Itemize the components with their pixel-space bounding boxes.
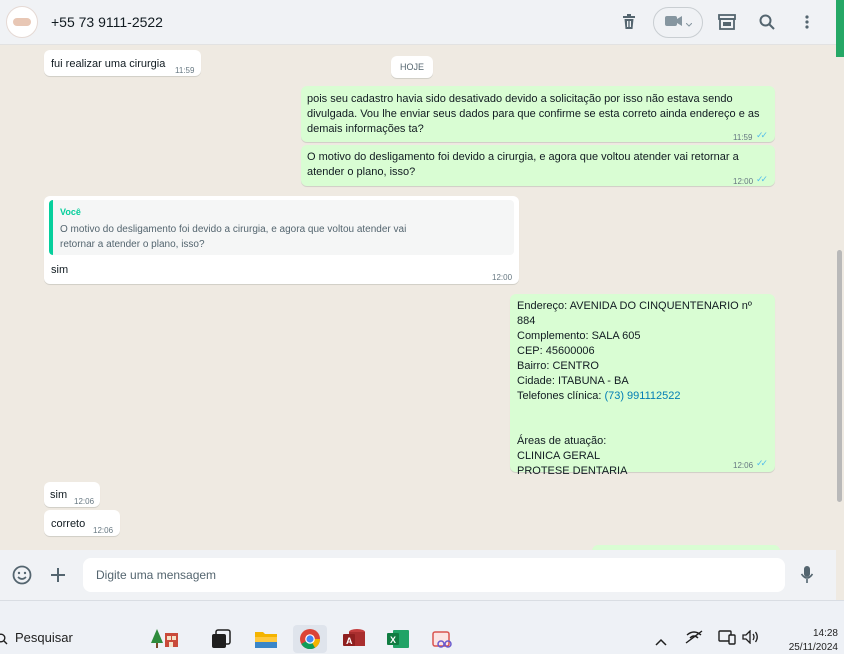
message-text: fui realizar uma cirurgia (51, 58, 166, 70)
message-incoming[interactable]: correto 12:06 (44, 510, 120, 536)
taskbar-search[interactable]: Pesquisar (15, 630, 73, 645)
video-call-icon (664, 14, 683, 32)
message-outgoing[interactable]: O motivo do desligamento foi devido a ci… (301, 145, 775, 186)
phone-label: Telefones clínica: (517, 390, 605, 402)
message-text: sim (50, 489, 68, 501)
window-edge-accent (836, 0, 844, 57)
access-icon[interactable]: A (339, 625, 369, 653)
video-call-button[interactable] (653, 7, 703, 38)
read-ticks-icon: ✓✓ (756, 458, 768, 468)
quote-author: Você (60, 207, 81, 217)
chevron-up-icon[interactable] (655, 633, 667, 651)
widgets-icon[interactable] (150, 625, 180, 653)
message-time: 12:06 (733, 461, 754, 470)
address-line: Endereço: AVENIDA DO CINQUENTENARIO nº 8… (517, 300, 752, 327)
shop-icon[interactable] (716, 11, 738, 33)
menu-icon[interactable] (796, 11, 818, 33)
message-text: O motivo do desligamento foi devido a ci… (307, 151, 739, 178)
display-icon[interactable] (718, 629, 736, 650)
message-time: 12:06 (74, 497, 95, 506)
excel-icon[interactable]: X (383, 625, 413, 653)
chrome-icon[interactable] (293, 625, 327, 653)
phone-link[interactable]: (73) 991112522 (604, 390, 680, 402)
message-outgoing[interactable]: Endereço: AVENIDA DO CINQUENTENARIO nº 8… (510, 294, 775, 477)
address-line: Bairro: CENTRO (517, 360, 599, 372)
quote-text: O motivo do desligamento foi devido a ci… (60, 224, 407, 250)
whatsapp-window: +55 73 9111-2522 HOJE fui realizar uma c… (0, 0, 844, 654)
message-text: pois seu cadastro havia sido desativado … (307, 93, 760, 135)
file-explorer-icon[interactable] (251, 625, 281, 653)
message-outgoing[interactable]: pois seu cadastro havia sido desativado … (301, 86, 775, 142)
search-icon[interactable] (756, 11, 778, 33)
message-time: 12:06 (93, 526, 114, 535)
snipping-tool-icon[interactable] (428, 625, 458, 653)
clock[interactable]: 14:28 25/11/2024 (789, 627, 838, 654)
chevron-down-icon (685, 14, 692, 32)
contact-name[interactable]: +55 73 9111-2522 (51, 14, 163, 30)
message-time: 12:00 (733, 177, 754, 186)
volume-icon[interactable] (742, 629, 760, 649)
message-incoming[interactable]: fui realizar uma cirurgia 11:59 (44, 50, 201, 76)
svg-text:X: X (390, 635, 396, 645)
areas-title: Áreas de atuação: (517, 435, 607, 447)
read-ticks-icon: ✓✓ (756, 130, 768, 140)
windows-taskbar: Pesquisar A X 14:28 25/11/2024 (0, 600, 844, 654)
message-text: sim (51, 264, 69, 276)
address-block: Endereço: AVENIDA DO CINQUENTENARIO nº 8… (517, 299, 771, 479)
plus-icon[interactable] (50, 567, 66, 588)
address-line: CEP: 45600006 (517, 345, 595, 357)
quoted-message[interactable]: Você O motivo do desligamento foi devido… (49, 200, 514, 255)
address-line: Cidade: ITABUNA - BA (517, 375, 629, 387)
message-incoming[interactable]: sim 12:06 (44, 482, 100, 507)
mic-icon[interactable] (800, 565, 814, 590)
chat-header: +55 73 9111-2522 (0, 0, 836, 45)
scrollbar-thumb[interactable] (837, 250, 842, 502)
svg-text:A: A (346, 636, 353, 646)
network-icon[interactable] (685, 630, 703, 649)
emoji-icon[interactable] (12, 565, 32, 590)
day-separator: HOJE (391, 56, 433, 78)
address-line: Complemento: SALA 605 (517, 330, 641, 342)
clock-time: 14:28 (812, 628, 838, 639)
message-input[interactable]: Digite uma mensagem (83, 558, 785, 592)
task-view-icon[interactable] (206, 625, 236, 653)
message-incoming-reply[interactable]: Você O motivo do desligamento foi devido… (44, 196, 519, 284)
message-list[interactable]: HOJE fui realizar uma cirurgia 11:59 poi… (0, 45, 836, 550)
delete-icon[interactable] (618, 11, 640, 33)
phone-line: Telefones clínica: (73) 991112522 (517, 389, 771, 404)
avatar[interactable] (6, 6, 38, 38)
clock-date: 25/11/2024 (788, 642, 838, 653)
message-time: 11:59 (733, 133, 753, 142)
composer-bar: Digite uma mensagem (0, 550, 836, 600)
message-time: 12:00 (492, 273, 513, 282)
message-text: correto (51, 518, 86, 530)
message-time: 11:59 (175, 66, 195, 75)
read-ticks-icon: ✓✓ (756, 174, 768, 184)
search-taskbar-icon[interactable] (0, 632, 8, 650)
